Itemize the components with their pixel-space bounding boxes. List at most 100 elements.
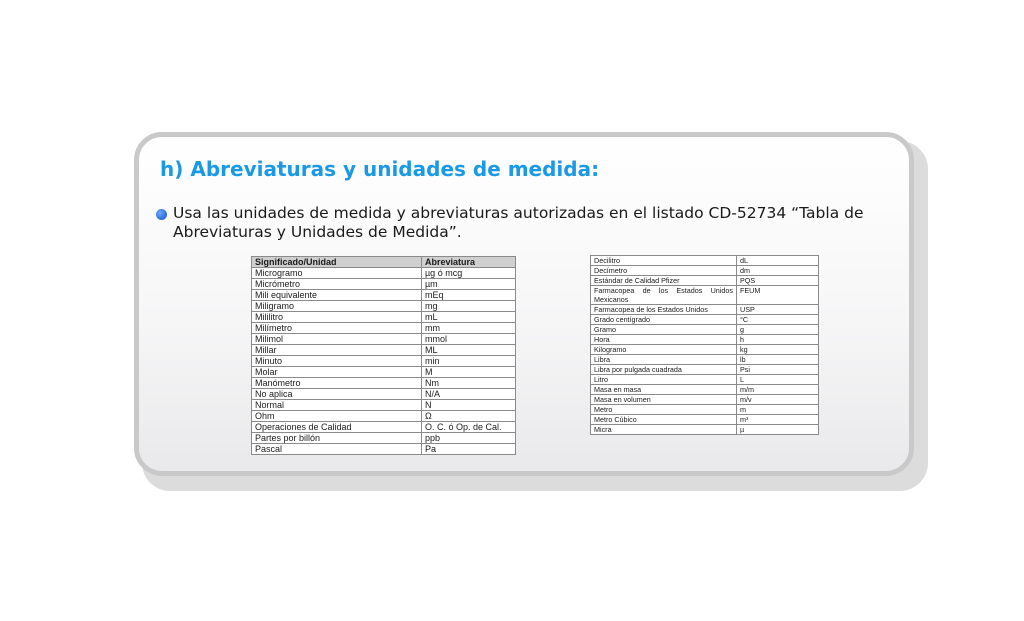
cell-abbreviation: dL <box>736 255 819 266</box>
cell-meaning: Minuto <box>251 355 422 367</box>
cell-meaning: Masa en volumen <box>590 394 737 405</box>
cell-meaning: Milimol <box>251 333 422 345</box>
cell-abbreviation: °C <box>736 314 819 325</box>
table-header-row: Significado/Unidad Abreviatura <box>251 256 516 268</box>
cell-abbreviation: µm <box>421 278 516 290</box>
cell-abbreviation: m <box>736 404 819 415</box>
cell-meaning: Micrómetro <box>251 278 422 290</box>
cell-meaning: Kilogramo <box>590 344 737 355</box>
table-row: Hora h <box>590 334 819 345</box>
table-row: Miligramo mg <box>251 300 516 312</box>
table-row: Grado centígrado °C <box>590 314 819 325</box>
cell-meaning: Normal <box>251 399 422 411</box>
table-row: Molar M <box>251 366 516 378</box>
table-row: No aplica N/A <box>251 388 516 400</box>
section-title: h) Abreviaturas y unidades de medida: <box>160 157 600 181</box>
cell-meaning: Libra <box>590 354 737 365</box>
cell-meaning: Microgramo <box>251 267 422 279</box>
table-row: Litro L <box>590 374 819 385</box>
cell-abbreviation: mL <box>421 311 516 323</box>
table-row: Millar ML <box>251 344 516 356</box>
table-row: Milímetro mm <box>251 322 516 334</box>
cell-meaning: Millar <box>251 344 422 356</box>
table-row: Libra lb <box>590 354 819 365</box>
table-row: Ohm Ω <box>251 410 516 422</box>
table-row: Mili equivalente mEq <box>251 289 516 301</box>
table-row: Pascal Pa <box>251 443 516 455</box>
cell-abbreviation: USP <box>736 304 819 315</box>
cell-abbreviation: h <box>736 334 819 345</box>
cell-meaning: Operaciones de Calidad <box>251 421 422 433</box>
table-row: Gramo g <box>590 324 819 335</box>
cell-meaning: Mili equivalente <box>251 289 422 301</box>
cell-abbreviation: m³ <box>736 414 819 425</box>
cell-abbreviation: lb <box>736 354 819 365</box>
cell-meaning: Decímetro <box>590 265 737 276</box>
cell-abbreviation: N <box>421 399 516 411</box>
cell-meaning: Manómetro <box>251 377 422 389</box>
cell-meaning: Masa en masa <box>590 384 737 395</box>
cell-abbreviation: µg ó mcg <box>421 267 516 279</box>
cell-abbreviation: ML <box>421 344 516 356</box>
cell-abbreviation: µ <box>736 424 819 435</box>
cell-abbreviation: O. C. ó Op. de Cal. <box>421 421 516 433</box>
cell-abbreviation: Nm <box>421 377 516 389</box>
cell-abbreviation: FEUM <box>736 285 819 305</box>
cell-meaning: Micra <box>590 424 737 435</box>
table-row: Milimol mmol <box>251 333 516 345</box>
table-row: Kilogramo kg <box>590 344 819 355</box>
cell-abbreviation: g <box>736 324 819 335</box>
cell-abbreviation: kg <box>736 344 819 355</box>
cell-meaning: Mililitro <box>251 311 422 323</box>
table-row: Normal N <box>251 399 516 411</box>
cell-meaning: Farmacopea de los Estados Unidos <box>590 304 737 315</box>
cell-meaning: Partes por billón <box>251 432 422 444</box>
cell-abbreviation: M <box>421 366 516 378</box>
cell-abbreviation: mm <box>421 322 516 334</box>
cell-abbreviation: m/v <box>736 394 819 405</box>
cell-meaning: Grado centígrado <box>590 314 737 325</box>
cell-abbreviation: mmol <box>421 333 516 345</box>
cell-meaning: No aplica <box>251 388 422 400</box>
bullet-icon <box>156 209 167 220</box>
table-row: Metro Cúbico m³ <box>590 414 819 425</box>
cell-abbreviation: m/m <box>736 384 819 395</box>
abbreviations-table-right: Decilitro dL Decímetro dm Estándar de Calida… <box>590 255 819 435</box>
table-row: Micra µ <box>590 424 819 435</box>
cell-meaning: Metro Cúbico <box>590 414 737 425</box>
cell-meaning: Molar <box>251 366 422 378</box>
table-row: Microgramo µg ó mcg <box>251 267 516 279</box>
cell-abbreviation: Ω <box>421 410 516 422</box>
cell-meaning: Ohm <box>251 410 422 422</box>
table-row: Micrómetro µm <box>251 278 516 290</box>
cell-abbreviation: Psi <box>736 364 819 375</box>
table-row: Decilitro dL <box>590 255 819 266</box>
cell-meaning: Metro <box>590 404 737 415</box>
cell-abbreviation: dm <box>736 265 819 276</box>
cell-abbreviation: mEq <box>421 289 516 301</box>
table-row: Masa en volumen m/v <box>590 394 819 405</box>
cell-meaning: Libra por pulgada cuadrada <box>590 364 737 375</box>
cell-meaning: Hora <box>590 334 737 345</box>
cell-meaning: Estándar de Calidad Pfizer <box>590 275 737 286</box>
cell-meaning: Milímetro <box>251 322 422 334</box>
table-row: Decímetro dm <box>590 265 819 276</box>
cell-abbreviation: PQS <box>736 275 819 286</box>
cell-abbreviation: mg <box>421 300 516 312</box>
table-row: Masa en masa m/m <box>590 384 819 395</box>
cell-meaning: Pascal <box>251 443 422 455</box>
cell-meaning: Decilitro <box>590 255 737 266</box>
abbreviations-table-left: Significado/Unidad Abreviatura Microgramo µ… <box>251 256 516 455</box>
table-row: Metro m <box>590 404 819 415</box>
table-row: Partes por billón ppb <box>251 432 516 444</box>
cell-abbreviation: L <box>736 374 819 385</box>
table-row: Operaciones de Calidad O. C. ó Op. de Cal… <box>251 421 516 433</box>
table-row: Estándar de Calidad Pfizer PQS <box>590 275 819 286</box>
table-row: Minuto min <box>251 355 516 367</box>
header-abbreviation: Abreviatura <box>421 256 516 268</box>
cell-meaning: Farmacopea de los Estados Unidos Mexican… <box>590 285 737 305</box>
cell-meaning: Gramo <box>590 324 737 335</box>
table-row: Farmacopea de los Estados Unidos Mexican… <box>590 285 819 305</box>
header-meaning: Significado/Unidad <box>251 256 422 268</box>
table-row: Libra por pulgada cuadrada Psi <box>590 364 819 375</box>
